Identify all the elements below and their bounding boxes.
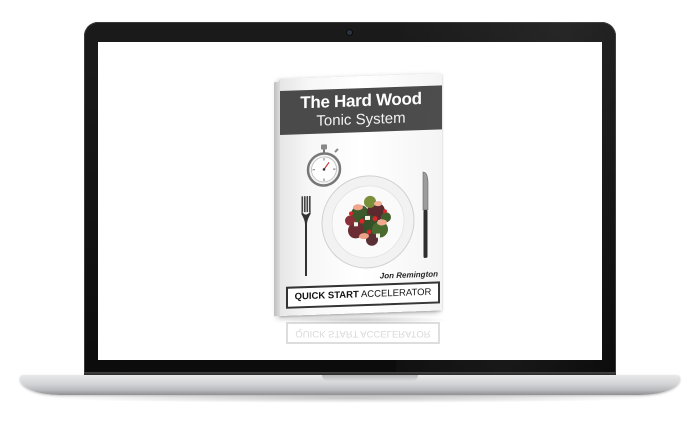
laptop-mockup: The Hard Wood Tonic System Jon Remington… bbox=[0, 0, 700, 428]
camera-icon bbox=[347, 30, 352, 35]
cover-author: Jon Remington bbox=[379, 269, 438, 281]
laptop-screen: The Hard Wood Tonic System Jon Remington… bbox=[98, 42, 602, 360]
ebook-cover: The Hard Wood Tonic System Jon Remington… bbox=[274, 73, 442, 317]
cover-title-band: The Hard Wood Tonic System bbox=[280, 85, 442, 135]
book-reflection: QUICK START ACCELERATOR bbox=[280, 318, 442, 358]
reflection-badge: QUICK START ACCELERATOR bbox=[286, 322, 440, 344]
laptop-notch bbox=[322, 375, 418, 381]
badge-text: ACCELERATOR bbox=[358, 286, 432, 301]
quick-start-badge: QUICK START ACCELERATOR bbox=[286, 281, 440, 309]
knife-icon bbox=[422, 171, 429, 258]
laptop-bezel: The Hard Wood Tonic System Jon Remington… bbox=[84, 22, 616, 374]
badge-bold-text: QUICK START bbox=[294, 289, 359, 303]
fork-icon bbox=[301, 195, 311, 277]
salad-plate-icon bbox=[321, 175, 415, 269]
laptop-base bbox=[20, 375, 680, 395]
